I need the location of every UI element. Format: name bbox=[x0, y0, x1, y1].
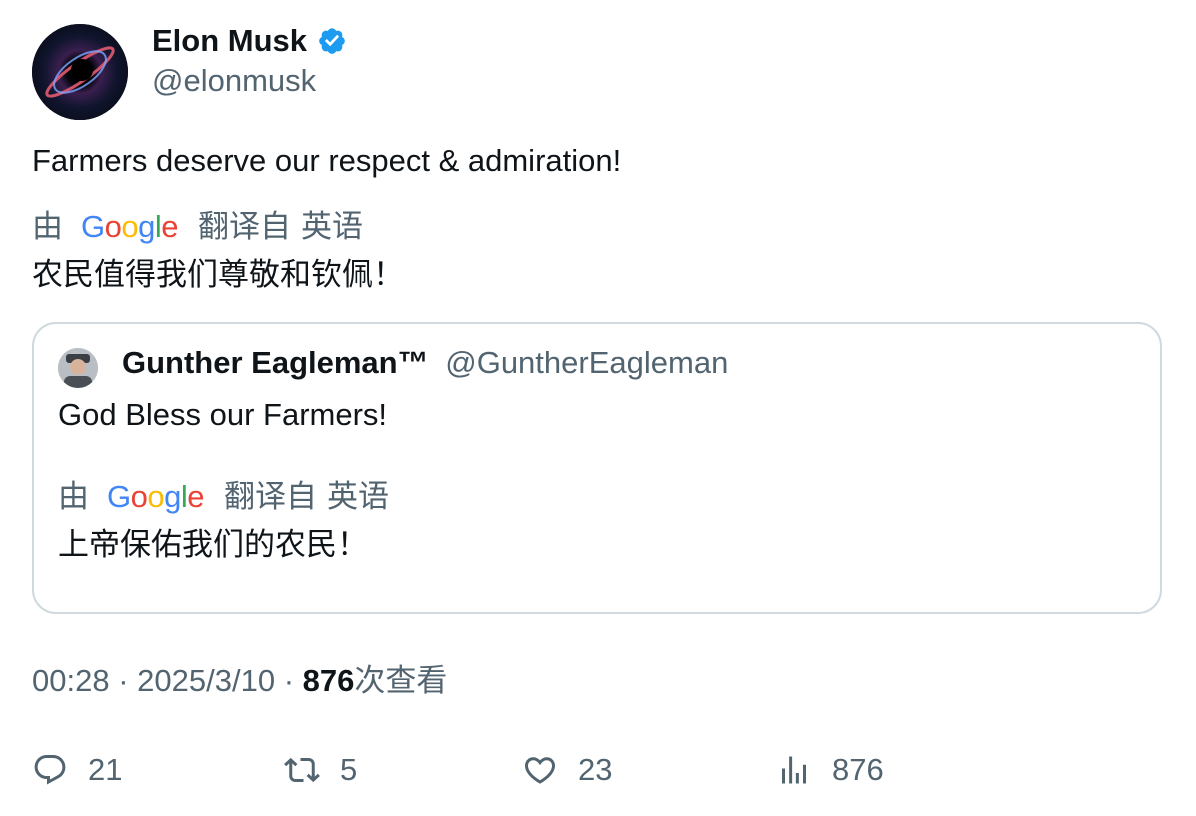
verified-badge-icon bbox=[319, 28, 345, 54]
views-action-count: 876 bbox=[832, 752, 884, 787]
black-hole-avatar-icon bbox=[32, 24, 128, 120]
author-name[interactable]: Elon Musk bbox=[152, 22, 307, 60]
views-label: 次查看 bbox=[354, 663, 448, 698]
translated-tweet-text: 农民值得我们尊敬和钦佩！ bbox=[32, 257, 404, 292]
author-avatar[interactable] bbox=[32, 24, 128, 120]
author-name-row[interactable]: Elon Musk bbox=[152, 22, 347, 60]
quoted-author-name[interactable]: Gunther Eagleman™ bbox=[122, 345, 429, 380]
translated-by-label: 由 bbox=[32, 209, 63, 244]
quoted-author-row[interactable]: Gunther Eagleman™ @GuntherEagleman bbox=[122, 344, 728, 382]
person-avatar-icon bbox=[58, 348, 98, 388]
quoted-author-handle[interactable]: @GuntherEagleman bbox=[445, 345, 728, 380]
quoted-translated-text: 上帝保佑我们的农民！ bbox=[58, 527, 368, 562]
quoted-translated-from-label: 翻译自 bbox=[224, 479, 318, 514]
google-logo[interactable]: Google bbox=[81, 208, 179, 246]
meta-separator: · bbox=[283, 663, 295, 698]
quoted-google-logo[interactable]: Google bbox=[107, 478, 205, 516]
reply-icon bbox=[34, 755, 66, 785]
source-language: 英语 bbox=[301, 209, 364, 244]
repost-button[interactable]: 5 bbox=[284, 748, 357, 792]
views-count: 876 bbox=[302, 663, 355, 698]
translation-attribution: 由 Google 翻译自 英语 bbox=[32, 208, 363, 246]
quoted-tweet-card[interactable]: Gunther Eagleman™ @GuntherEagleman God B… bbox=[32, 322, 1162, 614]
like-count: 23 bbox=[578, 752, 613, 787]
reply-button[interactable]: 21 bbox=[32, 748, 122, 792]
author-handle[interactable]: @elonmusk bbox=[152, 62, 316, 100]
analytics-icon bbox=[782, 756, 806, 784]
tweet-meta: 00:28 · 2025/3/10 · 876次查看 bbox=[32, 662, 447, 700]
views-button[interactable]: 876 bbox=[776, 748, 884, 792]
quoted-translation-attribution: 由 Google 翻译自 英语 bbox=[58, 478, 389, 516]
quoted-source-language: 英语 bbox=[327, 479, 390, 514]
quoted-author-avatar[interactable] bbox=[58, 348, 98, 388]
heart-icon bbox=[524, 757, 556, 784]
repost-icon bbox=[284, 757, 320, 783]
like-button[interactable]: 23 bbox=[522, 748, 612, 792]
tweet-date[interactable]: 2025/3/10 bbox=[137, 663, 275, 698]
translated-from-label: 翻译自 bbox=[198, 209, 292, 244]
meta-separator: · bbox=[118, 663, 129, 698]
quoted-translated-by-label: 由 bbox=[58, 479, 89, 514]
quoted-tweet-text: God Bless our Farmers! bbox=[58, 397, 388, 432]
tweet-text: Farmers deserve our respect & admiration… bbox=[32, 143, 622, 178]
tweet-time[interactable]: 00:28 bbox=[32, 663, 110, 698]
repost-count: 5 bbox=[340, 752, 358, 787]
reply-count: 21 bbox=[88, 752, 123, 787]
